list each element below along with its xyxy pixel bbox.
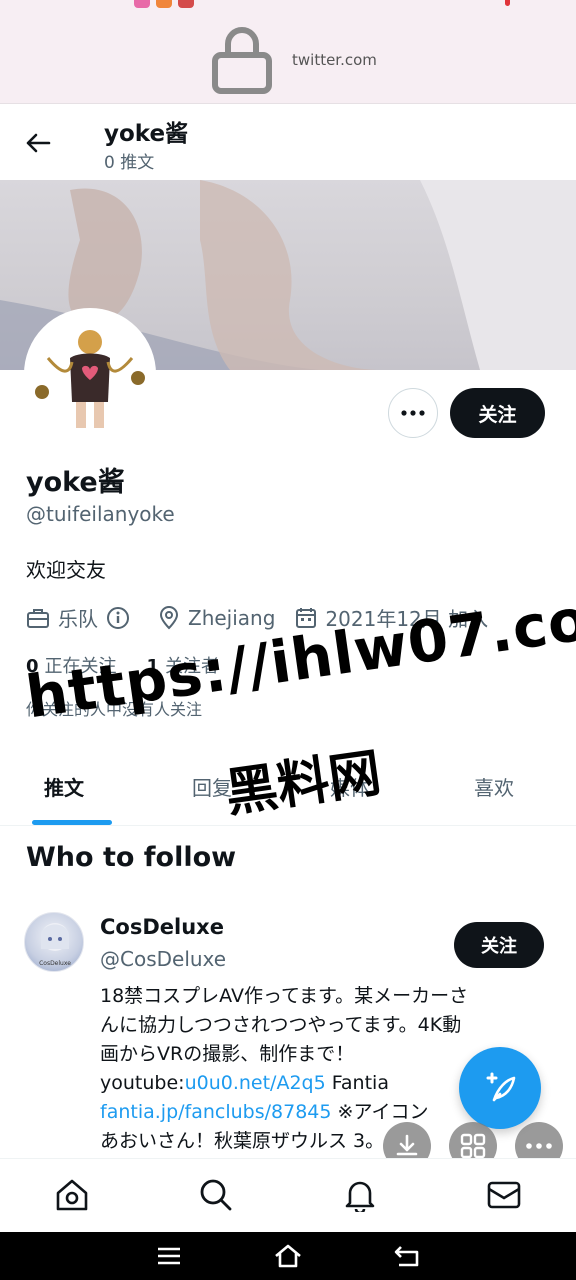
suggestion-handle: @CosDeluxe: [100, 947, 227, 971]
svg-text:CosDeluxe: CosDeluxe: [39, 960, 71, 967]
nav-home[interactable]: [40, 1163, 104, 1227]
more-icon: [401, 410, 425, 416]
bio-link-youtube[interactable]: u0u0.net/A2q5: [185, 1072, 326, 1094]
url-text: twitter.com: [292, 51, 377, 69]
follow-button[interactable]: 关注: [450, 388, 545, 438]
home-icon: [56, 1179, 88, 1210]
location-icon: [159, 605, 179, 629]
compose-button[interactable]: [459, 1047, 541, 1129]
profile-header: yoke酱 0 推文: [0, 104, 576, 180]
nav-notifications[interactable]: [328, 1163, 392, 1227]
more-dots-icon: [526, 1143, 552, 1149]
lock-icon: [212, 27, 272, 94]
compose-icon: [486, 1072, 516, 1102]
active-tab-indicator: [32, 820, 112, 825]
meta-category: 乐队: [26, 603, 138, 632]
nav-messages[interactable]: [472, 1163, 536, 1227]
browser-url-bar[interactable]: twitter.com: [0, 0, 576, 104]
back-button[interactable]: [22, 128, 54, 158]
system-back-icon: [394, 1246, 418, 1267]
who-to-follow-title: Who to follow: [26, 842, 237, 873]
tab-posts[interactable]: 推文: [44, 772, 84, 801]
more-options-button[interactable]: [388, 388, 438, 438]
status-bar-icons: [134, 0, 194, 8]
profile-name: yoke酱: [26, 467, 125, 498]
profile-avatar[interactable]: [24, 308, 156, 440]
notifications-icon: [345, 1181, 375, 1212]
category-label: 乐队: [58, 607, 98, 631]
meta-location: Zhejiang: [158, 606, 275, 630]
twitter-profile-page: twitter.com yoke酱 0 推文 关注 yoke酱 @tuifeil…: [0, 0, 576, 1280]
grid-icon: [460, 1133, 486, 1159]
info-icon[interactable]: [106, 606, 130, 630]
search-icon: [200, 1179, 232, 1210]
suggestion-name[interactable]: CosDeluxe: [100, 915, 224, 939]
system-home-button[interactable]: [264, 1236, 312, 1276]
post-count: 0 推文: [104, 153, 155, 173]
briefcase-icon: [27, 608, 49, 628]
system-back-button[interactable]: [383, 1236, 431, 1276]
status-dot: [505, 0, 510, 6]
profile-handle: @tuifeilanyoke: [26, 502, 175, 526]
menu-icon: [158, 1247, 181, 1265]
back-arrow-icon: [26, 133, 51, 153]
avatar-image: [28, 312, 152, 436]
suggestion-follow-button[interactable]: 关注: [454, 922, 544, 968]
bottom-navigation: [0, 1158, 576, 1230]
suggestion-avatar-image: CosDeluxe: [39, 923, 71, 967]
system-menu-button[interactable]: [145, 1236, 193, 1276]
system-home-icon: [275, 1244, 301, 1268]
system-navigation-bar: [0, 1232, 576, 1280]
bio-link-fantia[interactable]: fantia.jp/fanclubs/87845: [100, 1101, 331, 1123]
location-label: Zhejiang: [188, 605, 276, 630]
profile-bio: 欢迎交友: [26, 558, 106, 582]
messages-icon: [487, 1181, 521, 1208]
nav-search[interactable]: [184, 1163, 248, 1227]
header-title: yoke酱: [104, 121, 189, 147]
suggestion-avatar[interactable]: CosDeluxe: [24, 912, 84, 972]
tab-likes[interactable]: 喜欢: [474, 772, 514, 801]
download-icon: [396, 1134, 418, 1156]
